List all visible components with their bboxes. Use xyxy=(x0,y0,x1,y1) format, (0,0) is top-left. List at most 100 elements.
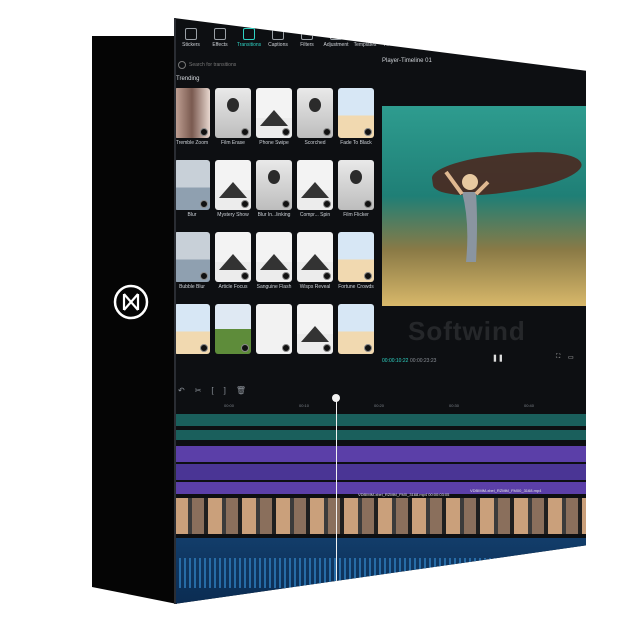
timeline-track[interactable] xyxy=(174,464,586,480)
tab-label: Transitions xyxy=(236,42,262,48)
sticker-icon xyxy=(185,28,197,40)
transition-item[interactable]: Mystery Show xyxy=(215,160,251,218)
tab-ai-avatar[interactable]: AI avatar xyxy=(381,28,407,58)
download-icon[interactable] xyxy=(364,200,372,208)
brand-logo-icon xyxy=(113,284,149,320)
transition-item[interactable]: Fade To Black xyxy=(338,88,374,146)
transition-thumbnail xyxy=(215,232,251,282)
tab-transitions[interactable]: Transitions xyxy=(236,28,262,58)
timeline-track[interactable] xyxy=(174,446,586,462)
transition-item[interactable]: Fortune Crowds xyxy=(338,232,374,290)
undo-icon[interactable]: ↶ xyxy=(178,386,185,395)
transition-item[interactable]: Compr... Spin xyxy=(297,160,333,218)
tab-filters[interactable]: Filters xyxy=(294,28,320,58)
download-icon[interactable] xyxy=(364,344,372,352)
ruler-tick-label: 00:40 xyxy=(524,403,535,408)
download-icon[interactable] xyxy=(241,128,249,136)
transition-label: Fortune Crowds xyxy=(338,284,374,290)
download-icon[interactable] xyxy=(241,272,249,280)
pause-button[interactable]: ❚❚ xyxy=(492,354,504,362)
clip-label: VDBIMM-xbel_RZMM_FM00_3168.mp4 xyxy=(470,488,542,493)
download-icon[interactable] xyxy=(323,344,331,352)
tab-label: Captions xyxy=(268,42,288,48)
section-title: Trending xyxy=(176,76,200,82)
player-title: Player-Timeline 01 xyxy=(382,58,432,64)
video-clip-strip[interactable] xyxy=(174,498,586,534)
playhead-handle[interactable] xyxy=(332,394,340,402)
transition-label: Blur In...linking xyxy=(257,212,291,218)
download-icon[interactable] xyxy=(200,200,208,208)
download-icon[interactable] xyxy=(200,272,208,280)
fullscreen-icon[interactable]: ⛶ xyxy=(556,354,560,361)
download-icon[interactable] xyxy=(282,200,290,208)
transition-item[interactable]: Wisps Reveal xyxy=(297,232,333,290)
transition-item[interactable] xyxy=(338,304,374,356)
transition-item[interactable] xyxy=(256,304,292,356)
transition-thumbnail xyxy=(338,232,374,282)
download-icon[interactable] xyxy=(241,200,249,208)
transition-thumbnail xyxy=(338,160,374,210)
search-bar[interactable]: Search for transitions xyxy=(178,60,374,70)
total-time: 00:00:23:23 xyxy=(410,358,437,364)
transition-item[interactable]: Article Focus xyxy=(215,232,251,290)
transition-item[interactable]: Tremble Zoom xyxy=(174,88,210,146)
transition-label: Scorched xyxy=(304,140,326,146)
transition-item[interactable]: Film Flicker xyxy=(338,160,374,218)
transition-thumbnail xyxy=(297,232,333,282)
timeline-track[interactable] xyxy=(174,430,586,440)
transition-label: Article Focus xyxy=(218,284,248,290)
download-icon[interactable] xyxy=(200,344,208,352)
transition-thumbnail xyxy=(256,232,292,282)
search-placeholder: Search for transitions xyxy=(189,62,237,68)
transition-label: Bubble Blur xyxy=(179,284,205,290)
video-preview[interactable] xyxy=(382,106,586,306)
transition-item[interactable]: Phone Swipe xyxy=(256,88,292,146)
audio-waveform xyxy=(174,558,586,588)
tab-label: Effects xyxy=(212,42,228,48)
tab-captions[interactable]: Captions xyxy=(265,28,291,58)
tab-templates[interactable]: Templates xyxy=(352,28,378,58)
transition-thumbnail xyxy=(297,304,333,354)
transition-item[interactable]: Bubble Blur xyxy=(174,232,210,290)
download-icon[interactable] xyxy=(241,344,249,352)
tab-effects[interactable]: Effects xyxy=(207,28,233,58)
tab-stickers[interactable]: Stickers xyxy=(178,28,204,58)
transition-item[interactable]: Film Erase xyxy=(215,88,251,146)
transition-item[interactable]: Sanguine Flash xyxy=(256,232,292,290)
ruler-tick-label: 00:00 xyxy=(224,403,235,408)
delete-icon[interactable]: 🗑 xyxy=(236,386,246,395)
transition-thumbnail xyxy=(297,88,333,138)
transition-thumbnail xyxy=(215,88,251,138)
tab-label: Adjustment xyxy=(323,42,349,48)
transition-item[interactable]: Scorched xyxy=(297,88,333,146)
download-icon[interactable] xyxy=(323,200,331,208)
transition-thumbnail xyxy=(215,160,251,210)
download-icon[interactable] xyxy=(282,272,290,280)
split-icon[interactable]: ✂ xyxy=(195,386,202,395)
transition-item[interactable] xyxy=(297,304,333,356)
timeline-track[interactable] xyxy=(174,414,586,426)
transition-item[interactable] xyxy=(174,304,210,356)
transition-thumbnail xyxy=(297,160,333,210)
transition-item[interactable]: Blur In...linking xyxy=(256,160,292,218)
download-icon[interactable] xyxy=(323,272,331,280)
transition-item[interactable] xyxy=(215,304,251,356)
download-icon[interactable] xyxy=(282,344,290,352)
download-icon[interactable] xyxy=(364,272,372,280)
tab-adjustment[interactable]: Adjustment xyxy=(323,28,349,58)
download-icon[interactable] xyxy=(200,128,208,136)
tab-label: Filters xyxy=(300,42,314,48)
trim-right-icon[interactable]: ] xyxy=(224,386,226,395)
transition-thumbnail xyxy=(256,304,292,354)
transition-thumbnail xyxy=(215,304,251,354)
download-icon[interactable] xyxy=(282,128,290,136)
transition-label: Blur xyxy=(187,212,197,218)
captions-icon xyxy=(272,28,284,40)
download-icon[interactable] xyxy=(323,128,331,136)
adjustment-icon xyxy=(330,28,342,40)
playhead[interactable] xyxy=(336,396,337,604)
download-icon[interactable] xyxy=(364,128,372,136)
transition-item[interactable]: Blur xyxy=(174,160,210,218)
trim-left-icon[interactable]: [ xyxy=(211,386,213,395)
ratio-button[interactable]: ▭ xyxy=(568,354,574,361)
